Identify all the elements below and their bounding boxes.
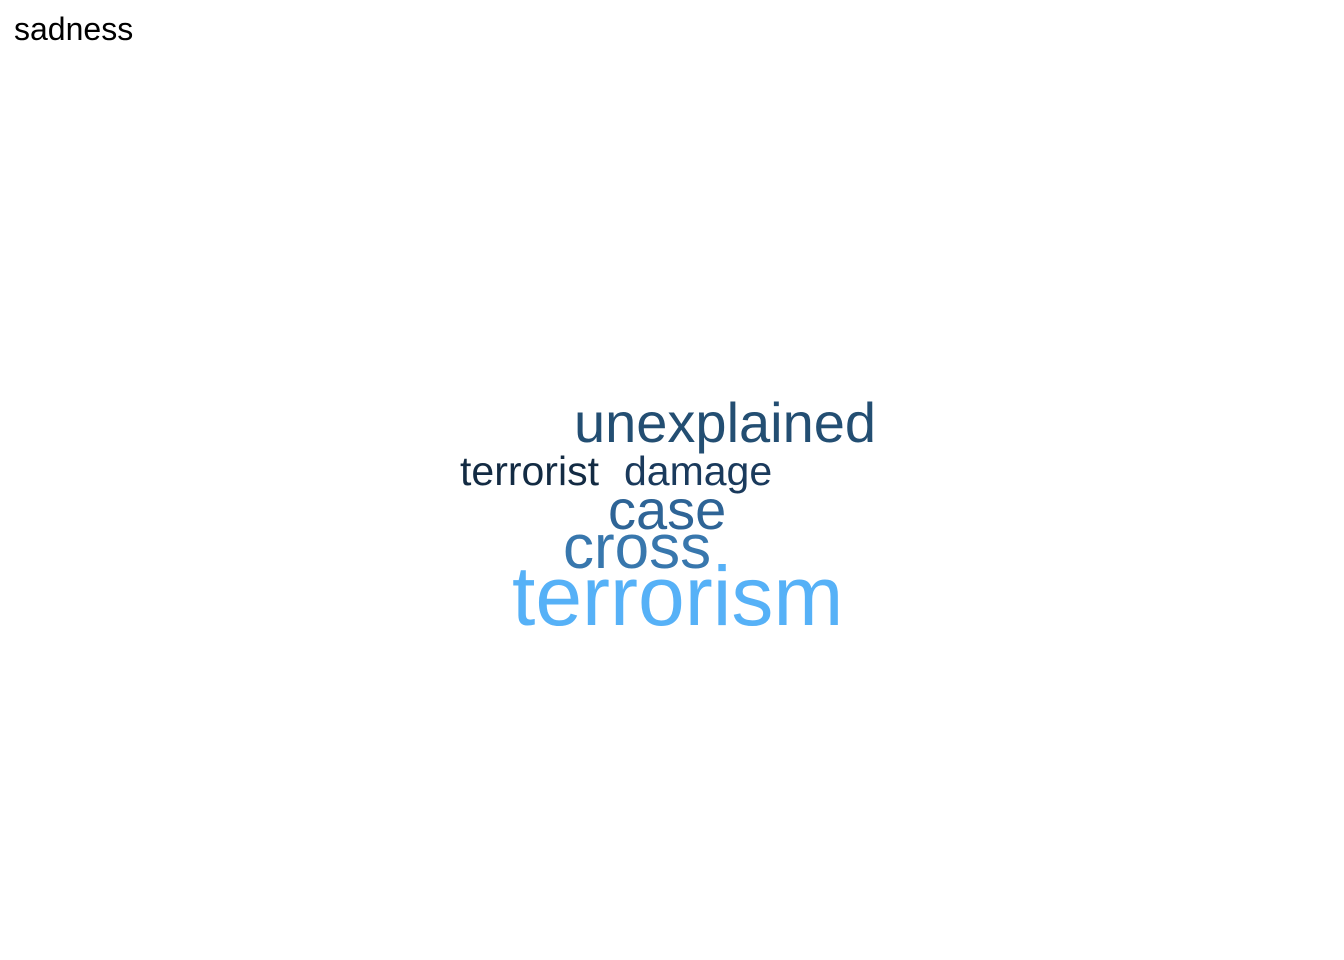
cloud-word-unexplained: unexplained bbox=[574, 391, 877, 454]
cloud-word-terrorism: terrorism bbox=[512, 549, 844, 643]
word-cloud: unexplained terrorist damage case cross … bbox=[0, 0, 1344, 960]
cloud-word-terrorist: terrorist bbox=[460, 448, 599, 494]
